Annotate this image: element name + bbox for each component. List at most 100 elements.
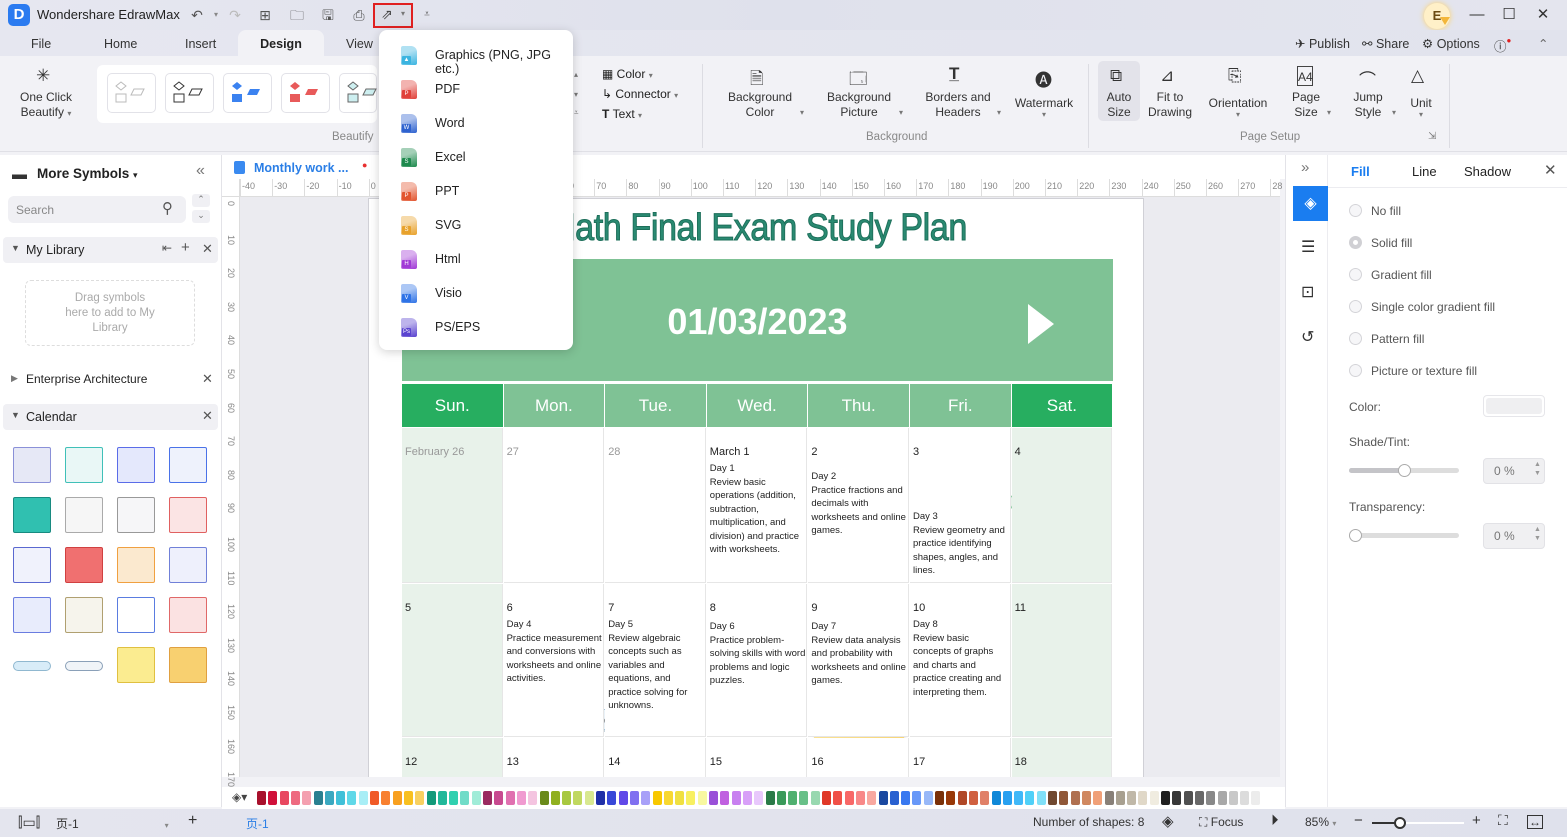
fill-option-single-color-gradient-fill[interactable]: Single color gradient fill	[1349, 299, 1549, 315]
fill-option-gradient-fill[interactable]: Gradient fill	[1349, 267, 1549, 283]
color-swatch[interactable]	[1240, 791, 1250, 805]
fill-tool-icon[interactable]: ◈	[1293, 186, 1328, 221]
gallery-scroll-up[interactable]: ▴	[574, 70, 578, 79]
unit-button[interactable]: Unit ▾	[1402, 96, 1440, 119]
color-swatch[interactable]	[618, 791, 628, 805]
color-swatch[interactable]	[991, 791, 1001, 805]
close-icon[interactable]: ✕	[202, 371, 213, 387]
expand-panel-icon[interactable]: »	[1301, 159, 1309, 176]
menu-view[interactable]: View	[346, 37, 373, 51]
calendar-symbol[interactable]	[169, 497, 207, 533]
radio-button[interactable]	[1349, 364, 1362, 377]
color-swatch[interactable]	[562, 791, 572, 805]
menu-file[interactable]: File	[31, 37, 51, 51]
calendar-day-cell[interactable]: 8 Day 6 Practice problem-solving skills w…	[706, 584, 808, 737]
color-swatch[interactable]	[629, 791, 639, 805]
transparency-slider-thumb[interactable]	[1349, 529, 1362, 542]
color-swatch[interactable]	[573, 791, 583, 805]
page-size-button[interactable]: Page Size	[1286, 90, 1326, 120]
page-layout-icon[interactable]: ⫿▭⫿	[18, 814, 40, 831]
color-swatch[interactable]	[754, 791, 764, 805]
calendar-symbol[interactable]	[117, 497, 155, 533]
export-button[interactable]: ⇗ ▾	[373, 3, 413, 28]
calendar-symbol[interactable]	[169, 547, 207, 583]
color-swatch[interactable]	[505, 791, 515, 805]
color-swatch[interactable]	[1036, 791, 1046, 805]
beautify-style-5[interactable]	[339, 73, 377, 113]
color-swatch[interactable]	[1138, 791, 1148, 805]
calendar-day-cell[interactable]: 18	[1011, 738, 1113, 777]
calendar-day-cell[interactable]: 7 Day 5 Review algebraic concepts such as…	[605, 584, 706, 737]
color-swatch[interactable]	[1115, 791, 1125, 805]
color-picker[interactable]	[1483, 395, 1545, 417]
fill-option-picture-or-texture-fill[interactable]: Picture or texture fill	[1349, 363, 1549, 379]
fill-option-solid-fill[interactable]: Solid fill	[1349, 235, 1549, 251]
calendar-day-cell[interactable]: 2 Day 2 Practice fractions and decimals w…	[808, 428, 909, 583]
close-panel-icon[interactable]: ✕	[1544, 161, 1557, 179]
calendar-day-cell[interactable]: 12	[402, 738, 503, 777]
color-swatch[interactable]	[709, 791, 718, 805]
shade-slider-thumb[interactable]	[1398, 464, 1411, 477]
fit-width-icon[interactable]: ↔	[1527, 815, 1543, 829]
collapse-ribbon-icon[interactable]: ⌃	[1538, 36, 1548, 51]
one-click-beautify-button[interactable]: One Click Beautify ▾	[16, 90, 76, 121]
export-option-visio[interactable]: V Visio	[379, 276, 573, 310]
next-month-arrow-icon[interactable]	[1028, 304, 1054, 344]
color-swatch[interactable]	[844, 791, 854, 805]
color-swatch[interactable]	[878, 791, 888, 805]
calendar-symbol[interactable]	[65, 661, 103, 671]
color-swatch[interactable]	[483, 791, 492, 805]
chevron-down-icon[interactable]: ▾	[800, 108, 804, 117]
color-swatch[interactable]	[516, 791, 526, 805]
color-swatch[interactable]	[833, 791, 843, 805]
calendar-day-cell[interactable]: March 1 Day 1 Review basic operations (ad…	[706, 428, 808, 583]
calendar-symbol[interactable]	[13, 447, 51, 483]
zoom-level[interactable]: 85% ▾	[1305, 815, 1336, 829]
orientation-button[interactable]: Orientation ▾	[1200, 96, 1276, 119]
scroll-up-button[interactable]: ⌃	[192, 194, 210, 207]
save-icon[interactable]: 🖫	[317, 5, 339, 25]
calendar-symbol[interactable]	[117, 647, 155, 683]
color-swatch[interactable]	[1014, 791, 1024, 805]
maximize-button[interactable]: ☐	[1494, 5, 1524, 25]
color-swatch[interactable]	[1251, 791, 1261, 805]
spinner-icon[interactable]: ▲ ▼	[1534, 525, 1541, 543]
export-option-ppt[interactable]: P PPT	[379, 174, 573, 208]
color-swatch[interactable]	[1194, 791, 1204, 805]
gallery-expand[interactable]: ⩡	[574, 108, 579, 118]
menu-design[interactable]: Design	[238, 30, 324, 56]
calendar-symbol[interactable]	[65, 597, 103, 633]
shade-slider[interactable]	[1349, 464, 1459, 477]
calendar-day-cell[interactable]: 10 Day 8 Review basic concepts of graphs …	[910, 584, 1011, 737]
presentation-icon[interactable]: ⊡	[1301, 282, 1314, 302]
help-button[interactable]: ⓘ●	[1494, 36, 1511, 55]
calendar-symbol[interactable]	[65, 447, 103, 483]
calendar-day-cell[interactable]: 15	[706, 738, 808, 777]
calendar-symbol[interactable]	[65, 547, 103, 583]
document-tab[interactable]: Monthly work ...	[254, 161, 348, 175]
calendar-symbol[interactable]	[117, 447, 155, 483]
collapse-panel-icon[interactable]: «	[196, 162, 205, 180]
color-swatch[interactable]	[867, 791, 877, 805]
color-swatch[interactable]	[675, 791, 685, 805]
calendar-day-cell[interactable]: 4	[1011, 428, 1113, 583]
chevron-down-icon[interactable]: ▾	[899, 108, 903, 117]
page-selector[interactable]: 页-1 ▾	[56, 815, 169, 832]
color-swatch[interactable]	[788, 791, 798, 805]
color-swatch[interactable]	[358, 791, 368, 805]
color-swatch[interactable]	[1025, 791, 1035, 805]
color-swatch[interactable]	[1048, 791, 1057, 805]
color-swatch[interactable]	[279, 791, 289, 805]
zoom-out-button[interactable]: −	[1354, 812, 1363, 829]
calendar-symbol[interactable]	[169, 447, 207, 483]
color-swatch[interactable]	[449, 791, 459, 805]
color-swatch[interactable]	[1081, 791, 1091, 805]
calendar-day-cell[interactable]: 6 Day 4 Practice measurement and conversi…	[503, 584, 605, 737]
export-option-pdf[interactable]: P PDF	[379, 72, 573, 106]
calendar-symbol[interactable]	[13, 661, 51, 671]
calendar-day-cell[interactable]: 11	[1011, 584, 1113, 737]
add-icon[interactable]: +	[181, 239, 190, 256]
color-swatch[interactable]	[324, 791, 334, 805]
my-library-header[interactable]: ▼ My Library ⇤ + ✕	[3, 237, 218, 263]
calendar-day-cell[interactable]: 3 Day 3 Review geometry and practice iden…	[910, 428, 1011, 583]
